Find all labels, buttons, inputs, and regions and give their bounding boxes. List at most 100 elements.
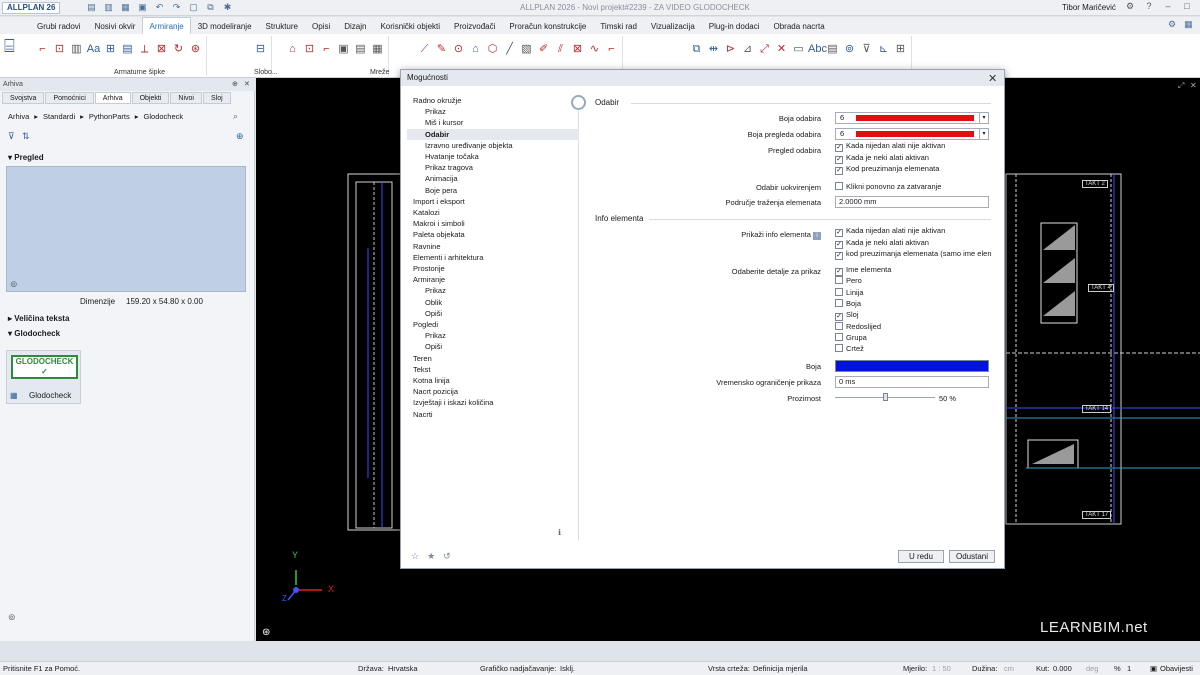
mesh-copy-icon[interactable]: ⊡: [302, 36, 317, 62]
ribbon-tab-13[interactable]: Obrada nacrta: [767, 17, 832, 34]
option-checkbox[interactable]: ✓ Kada nijedan alati nije aktivan: [835, 141, 945, 152]
snap-icon[interactable]: ⊞: [893, 36, 908, 62]
ribbon-tab-6[interactable]: Dizajn: [337, 17, 373, 34]
globe-icon[interactable]: ⊕: [236, 131, 244, 142]
mesh-legend-icon[interactable]: ▤: [353, 36, 368, 62]
ribbon-tab-1[interactable]: Nosivi okvir: [88, 17, 143, 34]
new-file-icon[interactable]: ▤: [86, 2, 97, 13]
eraser-icon[interactable]: ✐: [536, 36, 551, 62]
wave-icon[interactable]: ∿: [587, 36, 602, 62]
obavijesti-label[interactable]: Obavijesti: [1160, 662, 1193, 675]
palette-tab-2[interactable]: Arhiva: [94, 92, 131, 104]
nav-item[interactable]: Izravno uređivanje objekta: [425, 140, 513, 151]
section-preview[interactable]: ▾ Pregled: [8, 153, 44, 162]
redo-icon[interactable]: ↷: [171, 2, 182, 13]
palette-settings-icon[interactable]: ⊚: [8, 612, 16, 623]
option-checkbox[interactable]: ✓ Kada je neki alati aktivan: [835, 238, 929, 249]
nav-item[interactable]: Miš i kursor: [425, 117, 463, 128]
boja-color-bar[interactable]: [835, 360, 989, 372]
ribbon-tab-8[interactable]: Proizvođači: [447, 17, 502, 34]
legend-icon[interactable]: ▤: [120, 36, 135, 62]
palette-tab-0[interactable]: Svojstva: [2, 92, 45, 104]
modify-point-icon[interactable]: ⊙: [451, 36, 466, 62]
mjerilo-value[interactable]: 1 : 50: [932, 662, 951, 675]
info-icon[interactable]: ℹ: [558, 528, 561, 537]
dialog-close-icon[interactable]: ✕: [988, 72, 997, 85]
nav-item[interactable]: Teren: [413, 353, 432, 364]
visibility-icon[interactable]: ⊚: [842, 36, 857, 62]
option-checkbox[interactable]: Redoslijed: [835, 321, 881, 332]
option-checkbox[interactable]: ✓ Kada je neki alati aktivan: [835, 153, 929, 164]
ribbon-tab-11[interactable]: Vizualizacija: [644, 17, 702, 34]
mesh-schedule-icon[interactable]: ▦: [370, 36, 385, 62]
nav-item[interactable]: Armiranje: [413, 274, 445, 285]
layout-icon[interactable]: ▦: [1184, 19, 1193, 30]
drzava-value[interactable]: Hrvatska: [388, 662, 418, 675]
viewport-close-icon[interactable]: ✕: [1190, 81, 1197, 90]
import-favorites-icon[interactable]: ☆: [411, 551, 419, 562]
bar-copy-icon[interactable]: ⊡: [52, 36, 67, 62]
nav-item[interactable]: Ravnine: [413, 241, 441, 252]
hatch-icon[interactable]: ▧: [519, 36, 534, 62]
transform-icon[interactable]: ⊠: [570, 36, 585, 62]
dimension-icon[interactable]: ⊞: [103, 36, 118, 62]
modify-3d-icon[interactable]: ⬡: [485, 36, 500, 62]
vrsta-value[interactable]: Definicija mjerila: [753, 662, 808, 675]
ribbon-tab-2[interactable]: Armiranje: [142, 17, 191, 34]
klikni-ponovno-checkbox[interactable]: Klikni ponovno za zatvaranje: [835, 182, 941, 192]
undo-icon[interactable]: ↶: [154, 2, 165, 13]
option-checkbox[interactable]: ✓ Kod preuzimanja elemenata: [835, 164, 939, 175]
maximize-icon[interactable]: □: [1182, 1, 1192, 12]
nav-item[interactable]: Makroi i simboli: [413, 218, 465, 229]
option-checkbox[interactable]: Grupa: [835, 332, 867, 343]
stretch-icon[interactable]: ⇹: [706, 36, 721, 62]
nav-item[interactable]: Radno okružje: [413, 95, 461, 106]
nav-item[interactable]: Prikaz tragova: [425, 162, 473, 173]
gear-icon[interactable]: ⚙: [1168, 19, 1176, 30]
nav-item[interactable]: Animacija: [425, 173, 458, 184]
breadcrumb-item[interactable]: PythonParts: [89, 112, 130, 121]
section-text-size[interactable]: ▸ Veličina teksta: [8, 314, 69, 323]
minimize-icon[interactable]: –: [1163, 1, 1173, 12]
ribbon-tab-12[interactable]: Plug-in dodaci: [702, 17, 767, 34]
pin-icon[interactable]: ⊕: [232, 78, 238, 91]
option-checkbox[interactable]: Crtež: [835, 344, 864, 354]
ribbon-tab-7[interactable]: Korisnički objekti: [373, 17, 447, 34]
nav-item[interactable]: Odabir: [407, 128, 579, 140]
bend-icon[interactable]: ⌐: [604, 36, 619, 62]
nav-item[interactable]: Izvještaji i iskazi količina: [413, 397, 493, 408]
settings-icon[interactable]: ⚙: [1125, 1, 1135, 12]
prozirnost-slider-thumb[interactable]: [883, 393, 888, 401]
option-checkbox[interactable]: Pero: [835, 276, 862, 286]
copy-icon[interactable]: ⧉: [205, 2, 216, 13]
nav-item[interactable]: Prostorije: [413, 263, 445, 274]
window-icon[interactable]: ▢: [188, 2, 199, 13]
nav-item[interactable]: Hvatanje točaka: [425, 151, 479, 162]
mesh-label-icon[interactable]: ▣: [336, 36, 351, 62]
glodocheck-item[interactable]: GLODOCHECK ✓ ▦ Glodocheck: [6, 350, 81, 404]
split-icon[interactable]: ⫽: [553, 36, 568, 62]
reset-icon[interactable]: ↺: [443, 551, 451, 562]
bar-shape-icon[interactable]: ⌐: [35, 36, 50, 62]
option-checkbox[interactable]: Boja: [835, 298, 861, 309]
nav-item[interactable]: Katalozi: [413, 207, 440, 218]
delete-icon[interactable]: ✕: [774, 36, 789, 62]
option-checkbox[interactable]: ✓ Ime elementa: [835, 265, 891, 276]
pct-value[interactable]: 1: [1127, 662, 1131, 675]
filter-icon-palette[interactable]: ⊽: [8, 131, 15, 142]
kut-value[interactable]: 0.000: [1053, 662, 1072, 675]
nav-item[interactable]: Prikaz: [425, 330, 446, 341]
palette-tab-4[interactable]: Nivoi: [170, 92, 202, 104]
help-icon[interactable]: ?: [1144, 1, 1154, 12]
expand-collapse-icon[interactable]: [571, 95, 586, 110]
search-icon[interactable]: ⌕: [233, 111, 238, 122]
filter-icon[interactable]: ⊽: [859, 36, 874, 62]
boja-pregleda-select[interactable]: 6 ▾: [835, 128, 989, 140]
nav-item[interactable]: Nacrt pozicija: [413, 386, 458, 397]
graph-icon[interactable]: ⊾: [876, 36, 891, 62]
free-form-icon[interactable]: ⊟: [253, 36, 268, 62]
copy-icon-2[interactable]: ⧉: [689, 36, 704, 62]
nav-item[interactable]: Opiši: [425, 308, 442, 319]
ribbon-tab-4[interactable]: Strukture: [259, 17, 305, 34]
offset-icon[interactable]: ⊳: [723, 36, 738, 62]
